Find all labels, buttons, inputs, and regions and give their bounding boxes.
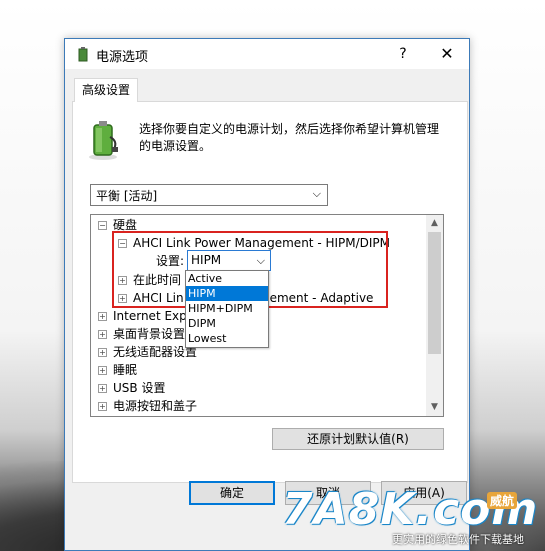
window-title: 电源选项 [96,50,149,65]
ok-button[interactable]: 确定 [189,481,275,505]
expand-icon[interactable]: + [118,294,127,303]
tree-item-power-buttons[interactable]: + 电源按钮和盖子 [98,397,197,415]
scroll-thumb[interactable] [428,232,441,354]
watermark-badge: 威航 [487,492,518,509]
setting-value: HIPM [191,253,222,267]
option-hipm-dipm[interactable]: HIPM+DIPM [186,301,268,316]
description-text: 选择你要自定义的电源计划，然后选择你希望计算机管理的电源设置。 [139,122,440,153]
tree-item-desktop-background[interactable]: + 桌面背景设置 [98,325,185,343]
tab-advanced-settings[interactable]: 高级设置 [74,78,138,102]
expand-icon[interactable]: + [98,384,107,393]
expand-icon[interactable]: + [98,312,107,321]
plan-select-value: 平衡 [活动] [96,189,158,203]
expand-icon[interactable]: + [118,276,127,285]
tree-item-hard-disk[interactable]: − 硬盘 [98,216,137,234]
vertical-scrollbar[interactable]: ▲ ▼ [426,215,443,416]
chevron-down-icon: ⌵ [312,187,321,200]
power-plan-select[interactable]: 平衡 [活动] ⌵ [90,184,328,206]
tree-item-internet-explorer[interactable]: + Internet Explo [98,307,197,325]
battery-icon [89,121,118,160]
tree-item-usb-settings[interactable]: + USB 设置 [98,379,165,397]
option-lowest[interactable]: Lowest [186,331,268,346]
expand-icon[interactable]: + [98,366,107,375]
setting-options-list[interactable]: Active HIPM HIPM+DIPM DIPM Lowest [185,270,269,348]
collapse-icon[interactable]: − [118,239,127,248]
scroll-up-icon[interactable]: ▲ [426,215,443,232]
setting-label: 设置: [156,254,185,268]
watermark: 7A8K.com 威航 更实用的绿色软件下载基地 [282,488,545,551]
option-hipm[interactable]: HIPM [186,286,268,301]
expand-icon[interactable]: + [98,402,107,411]
collapse-icon[interactable]: − [98,221,107,230]
option-dipm[interactable]: DIPM [186,316,268,331]
expand-icon[interactable]: + [98,348,107,357]
tree-item-idle-time[interactable]: + 在此时间 [118,271,181,289]
help-button[interactable]: ? [391,43,415,65]
close-button[interactable]: ✕ [431,43,463,65]
expand-icon[interactable]: + [98,330,107,339]
watermark-slogan: 更实用的绿色软件下载基地 [392,533,524,546]
option-active[interactable]: Active [186,271,268,286]
scroll-down-icon[interactable]: ▼ [426,399,443,416]
power-plan-icon [78,47,88,62]
setting-value-dropdown[interactable]: HIPM ⌵ [187,250,271,271]
restore-defaults-button[interactable]: 还原计划默认值(R) [272,428,444,450]
chevron-down-icon: ⌵ [256,254,265,267]
tree-item-sleep[interactable]: + 睡眠 [98,361,137,379]
tree-item-wireless-adapter[interactable]: + 无线适配器设置 [98,343,197,361]
title-bar[interactable]: 电源选项 ? ✕ [65,39,469,69]
